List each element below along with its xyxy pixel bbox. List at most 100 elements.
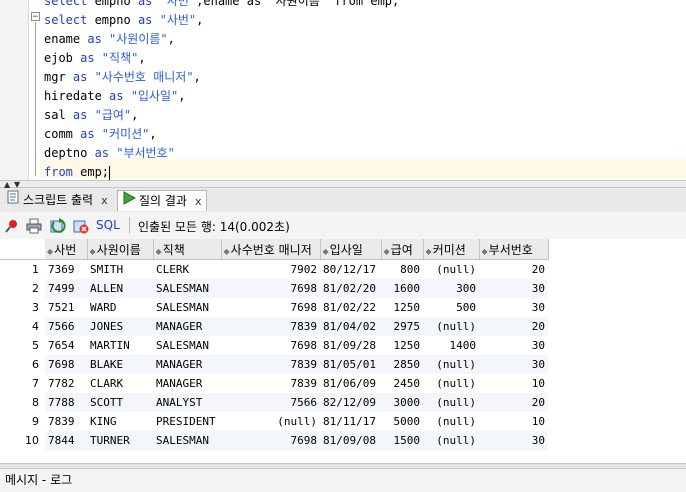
sort-icon[interactable]: ◆ xyxy=(156,247,162,256)
table-cell[interactable]: SALESMAN xyxy=(153,298,221,317)
fold-collapse-icon[interactable]: − xyxy=(31,12,40,22)
table-cell[interactable]: 800 xyxy=(381,260,423,280)
table-row[interactable]: 9 7839 KING PRESIDENT (null) 81/11/17 5000 (nul… xyxy=(0,412,548,431)
table-cell[interactable]: 7839 xyxy=(45,412,87,431)
table-cell[interactable]: 7566 xyxy=(45,317,87,336)
table-cell[interactable]: SCOTT xyxy=(87,393,153,412)
table-cell[interactable]: 30 xyxy=(479,298,548,317)
column-header[interactable]: ◆입사일 xyxy=(320,239,382,260)
editor-results-splitter[interactable]: ▲ ▼ xyxy=(0,180,686,189)
table-cell[interactable]: 2850 xyxy=(381,355,423,374)
table-cell[interactable]: 81/06/09 xyxy=(320,374,381,393)
table-cell[interactable]: (null) xyxy=(423,393,479,412)
table-cell[interactable]: 80/12/17 xyxy=(320,260,381,280)
sort-icon[interactable]: ◆ xyxy=(384,247,390,256)
column-header[interactable]: ◆부서번호 xyxy=(479,239,549,260)
table-cell[interactable]: ANALYST xyxy=(153,393,221,412)
table-cell[interactable]: 81/11/17 xyxy=(320,412,381,431)
table-cell[interactable]: 2450 xyxy=(381,374,423,393)
table-cell[interactable]: 1400 xyxy=(423,336,479,355)
table-cell[interactable]: 10 xyxy=(479,412,548,431)
table-cell[interactable]: (null) xyxy=(423,260,479,280)
sort-icon[interactable]: ◆ xyxy=(482,247,488,256)
table-cell[interactable]: 81/05/01 xyxy=(320,355,381,374)
code-line[interactable]: ename as "사원이름", xyxy=(44,30,175,49)
query-result-grid[interactable]: ◆사번 ◆사원이름 ◆직책 ◆사수번호 매니저 ◆입사일 ◆급여 ◆커미션 ◆부서번호 1 73… xyxy=(0,239,686,463)
code-line[interactable]: select empno as "사번", xyxy=(44,11,203,30)
table-cell[interactable]: 1250 xyxy=(381,298,423,317)
table-cell[interactable]: 7844 xyxy=(45,431,87,450)
code-line[interactable]: sal as "급여", xyxy=(44,106,138,125)
print-icon[interactable] xyxy=(26,218,42,234)
table-cell[interactable]: 7698 xyxy=(45,355,87,374)
table-cell[interactable]: SMITH xyxy=(87,260,153,280)
sort-icon[interactable]: ◆ xyxy=(90,247,96,256)
table-cell[interactable]: SALESMAN xyxy=(153,336,221,355)
table-cell[interactable]: 7521 xyxy=(45,298,87,317)
table-cell[interactable]: 1250 xyxy=(381,336,423,355)
table-row[interactable]: 8 7788 SCOTT ANALYST 7566 82/12/09 3000 (null) 2… xyxy=(0,393,548,412)
table-cell[interactable]: 300 xyxy=(423,279,479,298)
table-cell[interactable]: 7782 xyxy=(45,374,87,393)
table-cell[interactable]: MARTIN xyxy=(87,336,153,355)
table-cell[interactable]: CLARK xyxy=(87,374,153,393)
splitter-down-arrow-icon[interactable]: ▼ xyxy=(14,181,20,189)
code-line[interactable]: mgr as "사수번호 매니저", xyxy=(44,68,201,87)
table-row[interactable]: 5 7654 MARTIN SALESMAN 7698 81/09/28 1250 1400 3… xyxy=(0,336,548,355)
table-cell[interactable]: JONES xyxy=(87,317,153,336)
column-header[interactable]: ◆사수번호 매니저 xyxy=(221,239,321,260)
table-cell[interactable]: (null) xyxy=(423,317,479,336)
table-cell[interactable]: (null) xyxy=(423,412,479,431)
table-cell[interactable]: MANAGER xyxy=(153,355,221,374)
table-cell[interactable]: (null) xyxy=(423,374,479,393)
table-row[interactable]: 6 7698 BLAKE MANAGER 7839 81/05/01 2850 (null) 3… xyxy=(0,355,548,374)
table-cell[interactable]: 81/09/08 xyxy=(320,431,381,450)
table-cell[interactable]: 5000 xyxy=(381,412,423,431)
table-cell[interactable]: 7839 xyxy=(221,317,320,336)
column-header[interactable]: ◆커미션 xyxy=(423,239,480,260)
table-cell[interactable]: MANAGER xyxy=(153,317,221,336)
table-cell[interactable]: 30 xyxy=(479,279,548,298)
column-header[interactable]: ◆급여 xyxy=(381,239,424,260)
table-cell[interactable]: 7698 xyxy=(221,336,320,355)
table-cell[interactable]: TURNER xyxy=(87,431,153,450)
table-row[interactable]: 7 7782 CLARK MANAGER 7839 81/06/09 2450 (null) 1… xyxy=(0,374,548,393)
table-cell[interactable]: 82/12/09 xyxy=(320,393,381,412)
table-cell[interactable]: PRESIDENT xyxy=(153,412,221,431)
column-header[interactable]: ◆직책 xyxy=(153,239,222,260)
table-cell[interactable]: SALESMAN xyxy=(153,279,221,298)
table-cell[interactable]: 500 xyxy=(423,298,479,317)
table-cell[interactable]: 1600 xyxy=(381,279,423,298)
table-cell[interactable]: 7839 xyxy=(221,374,320,393)
sort-icon[interactable]: ◆ xyxy=(224,247,230,256)
table-cell[interactable]: 30 xyxy=(479,431,548,450)
table-cell[interactable]: 7902 xyxy=(221,260,320,280)
table-cell[interactable]: 7698 xyxy=(221,431,320,450)
table-row[interactable]: 1 7369 SMITH CLERK 7902 80/12/17 800 (null) 20 xyxy=(0,259,548,280)
table-cell[interactable]: (null) xyxy=(423,355,479,374)
table-cell[interactable]: 81/04/02 xyxy=(320,317,381,336)
table-cell[interactable]: KING xyxy=(87,412,153,431)
table-row[interactable]: 4 7566 JONES MANAGER 7839 81/04/02 2975 (null) 2… xyxy=(0,317,548,336)
table-cell[interactable]: 7369 xyxy=(45,260,87,280)
table-cell[interactable]: ALLEN xyxy=(87,279,153,298)
table-cell[interactable]: CLERK xyxy=(153,260,221,280)
pin-icon[interactable] xyxy=(4,218,20,234)
table-cell[interactable]: 20 xyxy=(479,393,548,412)
code-line[interactable]: hiredate as "입사일", xyxy=(44,87,186,106)
table-cell[interactable]: 7654 xyxy=(45,336,87,355)
tab-query-result-close-icon[interactable]: x xyxy=(195,195,202,208)
table-cell[interactable]: 30 xyxy=(479,355,548,374)
code-line[interactable]: ejob as "직책", xyxy=(44,49,146,68)
tab-script-output[interactable]: 스크립트 출력 x xyxy=(2,190,112,211)
splitter-up-arrow-icon[interactable]: ▲ xyxy=(4,181,10,189)
table-cell[interactable]: 7499 xyxy=(45,279,87,298)
table-cell[interactable]: 30 xyxy=(479,336,548,355)
table-cell[interactable]: 20 xyxy=(479,260,548,280)
code-line[interactable]: comm as "커미션", xyxy=(44,125,157,144)
code-line[interactable]: deptno as "부서번호" xyxy=(44,144,175,163)
table-cell[interactable]: 7698 xyxy=(221,298,320,317)
table-row[interactable]: 2 7499 ALLEN SALESMAN 7698 81/02/20 1600 300 30 xyxy=(0,279,548,298)
tab-query-result[interactable]: 질의 결과 x xyxy=(117,190,207,211)
sort-icon[interactable]: ◆ xyxy=(426,247,432,256)
